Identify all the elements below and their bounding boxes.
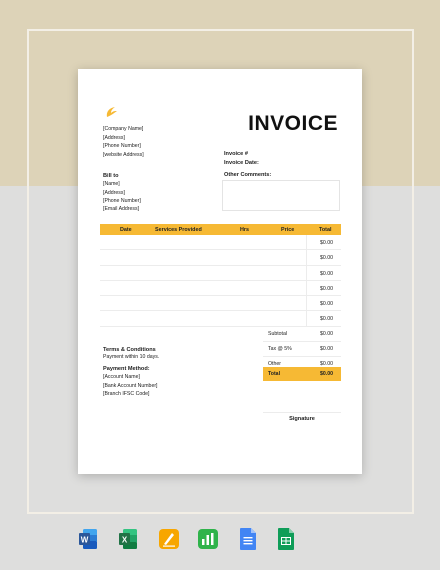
table-row: $0.00 [100, 311, 341, 327]
other-comments-label: Other Comments: [224, 172, 272, 178]
tax-label: Tax @ 5% [268, 346, 292, 352]
row-total: $0.00 [320, 285, 333, 292]
table-row: $0.00 [100, 296, 341, 312]
company-info: [Company Name] [Address] [Phone Number] … [103, 125, 144, 159]
excel-icon[interactable]: X [118, 527, 138, 551]
subtotal-label: Subtotal [268, 331, 288, 337]
subtotal-value: $0.00 [320, 331, 333, 337]
account-name: [Account Name] [103, 374, 140, 381]
bill-to-heading: Bill to [103, 173, 119, 179]
header-hrs: Hrs [240, 227, 249, 233]
header-total: Total [319, 227, 332, 233]
tax-value: $0.00 [320, 346, 333, 352]
invoice-sheet: [Company Name] [Address] [Phone Number] … [78, 69, 362, 474]
terms-text: Payment within 10 days. [103, 354, 160, 360]
svg-text:W: W [81, 536, 89, 545]
terms-heading: Terms & Conditions [103, 347, 156, 353]
signature-line [263, 412, 341, 413]
word-icon[interactable]: W [78, 527, 98, 551]
header-services: Services Provided [155, 227, 202, 233]
bill-to-email: [Email Address] [103, 206, 140, 213]
services-table: Date Services Provided Hrs Price Total $… [100, 224, 341, 327]
invoice-date-label: Invoice Date: [224, 159, 259, 166]
total-value: $0.00 [320, 371, 333, 377]
header-price: Price [281, 227, 295, 233]
numbers-icon[interactable] [198, 527, 218, 551]
total-row: Total $0.00 [263, 367, 341, 381]
company-website: [website Address] [103, 151, 144, 158]
account-number: [Bank Account Number] [103, 382, 158, 389]
total-label: Total [268, 371, 281, 377]
subtotal-row: Subtotal $0.00 [263, 327, 341, 342]
invoice-number-label: Invoice # [224, 151, 248, 157]
table-row: $0.00 [100, 235, 341, 251]
bill-to-section: Bill to [Name] [Address] [Phone Number] … [103, 172, 141, 213]
bill-to-address: [Address] [103, 189, 125, 196]
company-name: [Company Name] [103, 126, 144, 132]
invoice-meta: Invoice # Invoice Date: [224, 150, 259, 167]
row-total: $0.00 [320, 270, 333, 277]
table-header: Date Services Provided Hrs Price Total [100, 224, 341, 235]
bill-to-phone: [Phone Number] [103, 197, 141, 204]
table-row: $0.00 [100, 266, 341, 281]
google-docs-icon[interactable] [238, 527, 258, 551]
row-total: $0.00 [320, 240, 333, 246]
terms-section: Terms & Conditions Payment within 10 day… [103, 347, 159, 361]
other-comments-box[interactable] [222, 180, 340, 211]
signature-label: Signature [289, 416, 315, 422]
row-total: $0.00 [320, 301, 333, 308]
tax-row: Tax @ 5% $0.00 [263, 342, 341, 357]
google-sheets-icon[interactable] [276, 527, 296, 551]
invoice-title: INVOICE [248, 112, 338, 135]
table-row: $0.00 [100, 281, 341, 297]
company-logo-icon [106, 107, 117, 117]
svg-text:X: X [122, 536, 128, 545]
header-date: Date [120, 227, 132, 233]
payment-section: Payment Method: [Account Name] [Bank Acc… [103, 365, 158, 398]
payment-heading: Payment Method: [103, 366, 150, 372]
row-total: $0.00 [320, 255, 333, 262]
row-total: $0.00 [320, 316, 333, 323]
pages-icon[interactable] [159, 527, 179, 551]
table-row: $0.00 [100, 250, 341, 266]
company-address: [Address] [103, 134, 125, 141]
bill-to-name: [Name] [103, 181, 120, 188]
company-phone: [Phone Number] [103, 143, 141, 149]
branch-code: [Branch IFSC Code] [103, 390, 150, 397]
format-icons: W X [78, 527, 298, 551]
